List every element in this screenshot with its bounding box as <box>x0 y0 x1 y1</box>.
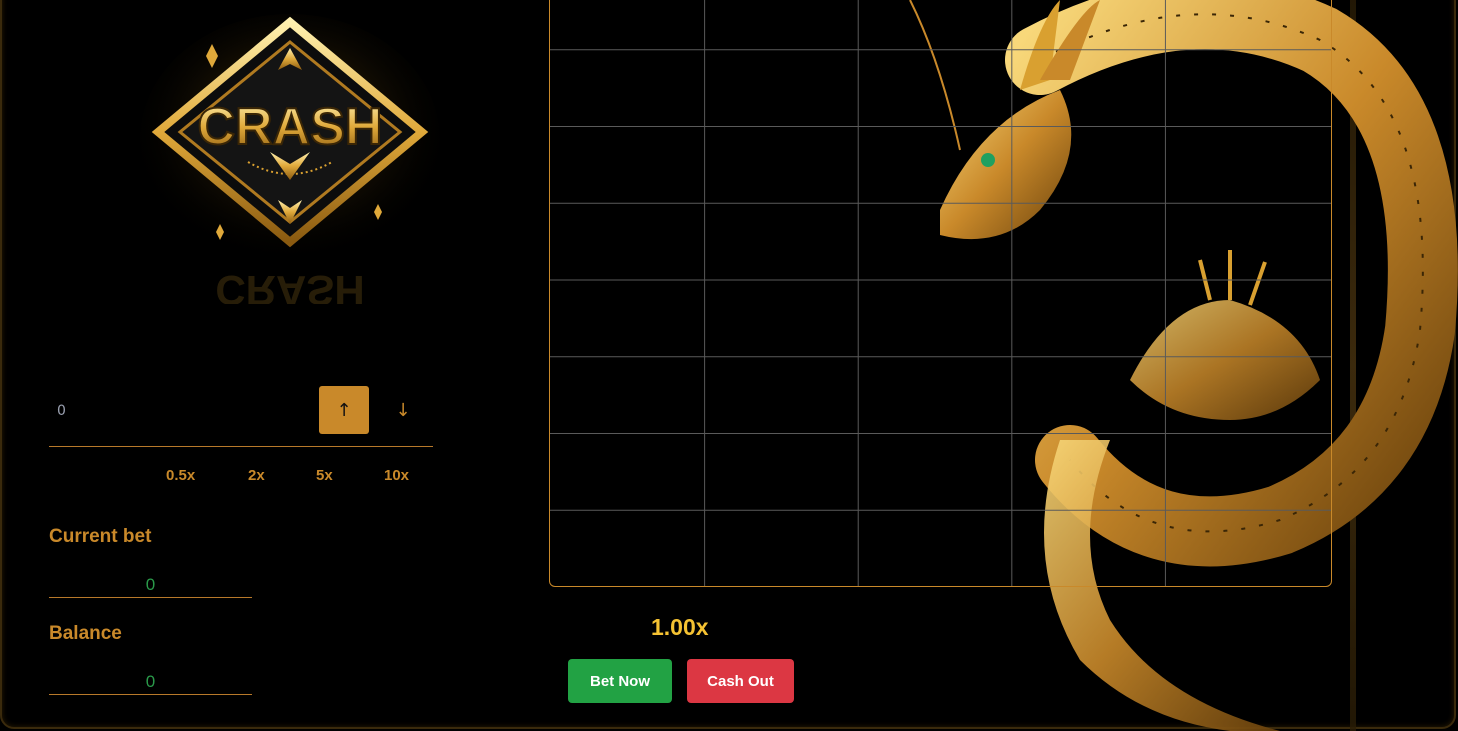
crash-chart <box>549 0 1332 587</box>
crash-logo: CRASH CRASH <box>140 14 440 304</box>
multiplier-0-5x-button[interactable]: 0.5x <box>166 467 195 484</box>
decrease-bet-button[interactable]: ↓ <box>385 386 421 434</box>
current-bet-value: 0 <box>49 573 252 598</box>
multiplier-2x-button[interactable]: 2x <box>248 467 265 484</box>
current-multiplier: 1.00x <box>651 614 709 640</box>
chart-grid-lines <box>550 0 1331 586</box>
increase-bet-button[interactable]: ↑ <box>319 386 369 434</box>
arrow-down-icon: ↓ <box>395 399 411 421</box>
bet-amount-row: ↑ ↓ <box>49 384 433 447</box>
cash-out-button[interactable]: Cash Out <box>687 659 794 703</box>
balance-value: 0 <box>49 670 252 695</box>
multiplier-5x-button[interactable]: 5x <box>316 467 333 484</box>
logo-text: CRASH <box>198 98 383 156</box>
svg-text:CRASH: CRASH <box>215 267 364 304</box>
bet-now-button[interactable]: Bet Now <box>568 659 672 703</box>
bet-amount-input[interactable] <box>49 400 297 422</box>
multiplier-10x-button[interactable]: 10x <box>384 467 409 484</box>
current-bet-label: Current bet <box>49 526 152 547</box>
balance-label: Balance <box>49 623 122 644</box>
arrow-up-icon: ↑ <box>336 399 352 421</box>
